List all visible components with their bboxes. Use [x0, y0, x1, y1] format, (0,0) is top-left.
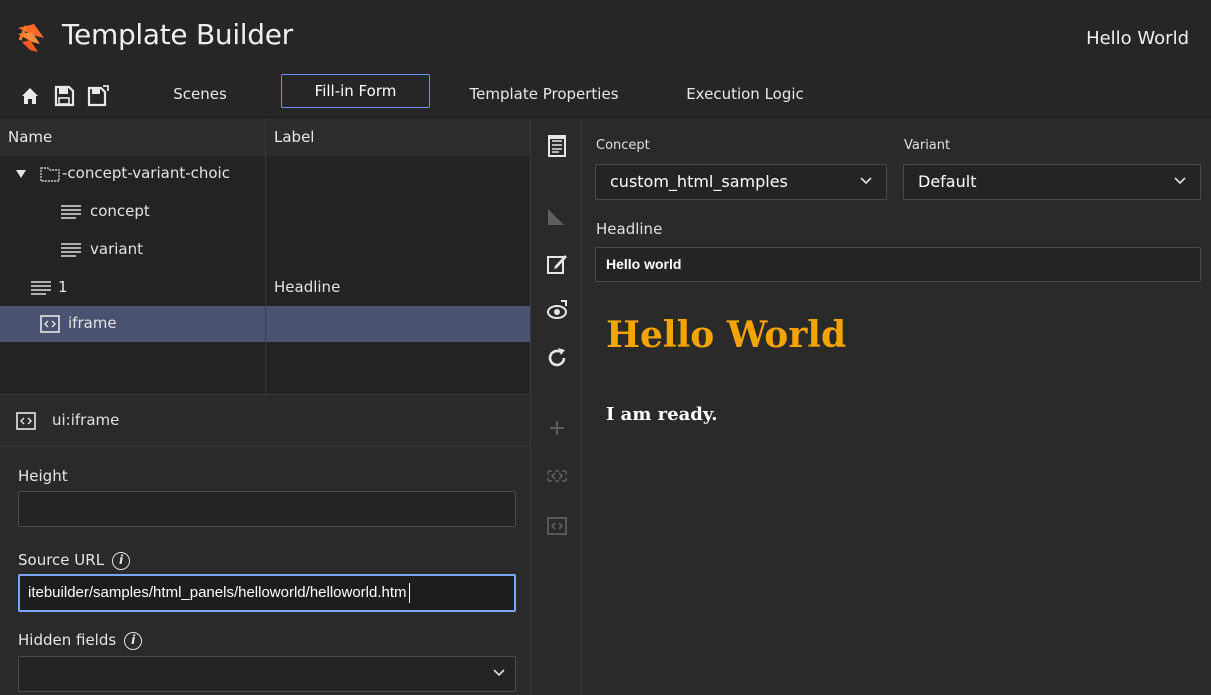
- iframe-icon: [40, 315, 60, 333]
- info-icon[interactable]: i: [124, 631, 143, 650]
- column-header-name[interactable]: Name: [8, 128, 52, 146]
- variant-select[interactable]: Default: [903, 164, 1201, 200]
- source-url-label: Source URL i: [18, 551, 131, 570]
- info-icon[interactable]: i: [112, 551, 131, 570]
- hidden-fields-label-text: Hidden fields: [18, 631, 117, 649]
- height-label: Height: [18, 467, 68, 485]
- headline-label: Headline: [596, 220, 663, 238]
- ruler-icon[interactable]: [545, 204, 569, 228]
- variant-value: Default: [918, 172, 977, 191]
- chevron-down-icon: [1174, 177, 1186, 185]
- concept-label: Concept: [596, 138, 650, 153]
- edit-icon[interactable]: [545, 252, 569, 276]
- element-type: ui:iframe: [52, 411, 120, 429]
- iframe-icon[interactable]: [545, 514, 569, 538]
- iframe-icon: [16, 412, 36, 430]
- source-url-input[interactable]: itebuilder/samples/html_panels/helloworl…: [18, 574, 516, 612]
- add-icon[interactable]: [545, 416, 569, 440]
- side-toolbar: [530, 118, 582, 695]
- source-url-label-text: Source URL: [18, 551, 105, 569]
- chevron-down-icon: [493, 669, 505, 677]
- tab-scenes[interactable]: Scenes: [150, 76, 250, 112]
- preview-body: I am ready.: [606, 404, 718, 425]
- column-divider[interactable]: [265, 118, 266, 394]
- concept-value: custom_html_samples: [610, 172, 788, 191]
- save-icon[interactable]: [52, 84, 76, 108]
- properties-panel: ui:iframe Height Source URL i itebuilder/…: [0, 394, 530, 695]
- form-icon[interactable]: [545, 134, 569, 158]
- headline-input[interactable]: Hello world: [595, 247, 1201, 282]
- form-and-preview: Concept Variant custom_html_samples Defa…: [582, 118, 1211, 695]
- tree-row-name: concept: [90, 202, 150, 220]
- properties-header: ui:iframe: [0, 395, 530, 447]
- tree-row-name: -concept-variant-choic: [62, 164, 230, 182]
- tree-row-name: iframe: [68, 314, 117, 332]
- tree-row-label: Headline: [274, 278, 341, 296]
- source-url-value: itebuilder/samples/html_panels/helloworl…: [28, 584, 407, 601]
- expand-arrow-icon[interactable]: [16, 170, 26, 178]
- template-tree: Name Label -concept-variant-choic concep…: [0, 118, 530, 394]
- home-icon[interactable]: [18, 84, 42, 108]
- tab-template-properties[interactable]: Template Properties: [446, 76, 642, 112]
- save-as-icon[interactable]: [86, 84, 110, 108]
- hidden-fields-label: Hidden fields i: [18, 631, 143, 650]
- folder-icon: [40, 167, 60, 182]
- text-cursor: [408, 583, 410, 604]
- refresh-icon[interactable]: [545, 346, 569, 370]
- tab-fill-in-form[interactable]: Fill-in Form: [281, 74, 430, 108]
- title-bar: Template Builder Hello World: [0, 0, 1211, 76]
- column-header-label[interactable]: Label: [274, 128, 314, 146]
- code-icon[interactable]: [545, 464, 569, 488]
- lines-icon: [31, 281, 51, 295]
- app-title: Template Builder: [62, 18, 293, 51]
- concept-select[interactable]: custom_html_samples: [595, 164, 887, 200]
- main-toolbar: Scenes Fill-in Form Template Properties …: [0, 74, 1211, 118]
- tab-execution-logic[interactable]: Execution Logic: [665, 76, 825, 112]
- tree-row-name: variant: [90, 240, 143, 258]
- chevron-down-icon: [860, 177, 872, 185]
- variant-label: Variant: [904, 138, 951, 153]
- tree-row-name: 1: [58, 278, 68, 296]
- app-logo-icon: [18, 24, 44, 52]
- height-input[interactable]: [18, 491, 516, 527]
- preview-icon[interactable]: [545, 298, 569, 322]
- lines-icon: [61, 205, 81, 219]
- preview-heading: Hello World: [606, 314, 847, 356]
- hidden-fields-select[interactable]: [18, 656, 516, 692]
- document-title: Hello World: [1086, 28, 1189, 49]
- lines-icon: [61, 243, 81, 257]
